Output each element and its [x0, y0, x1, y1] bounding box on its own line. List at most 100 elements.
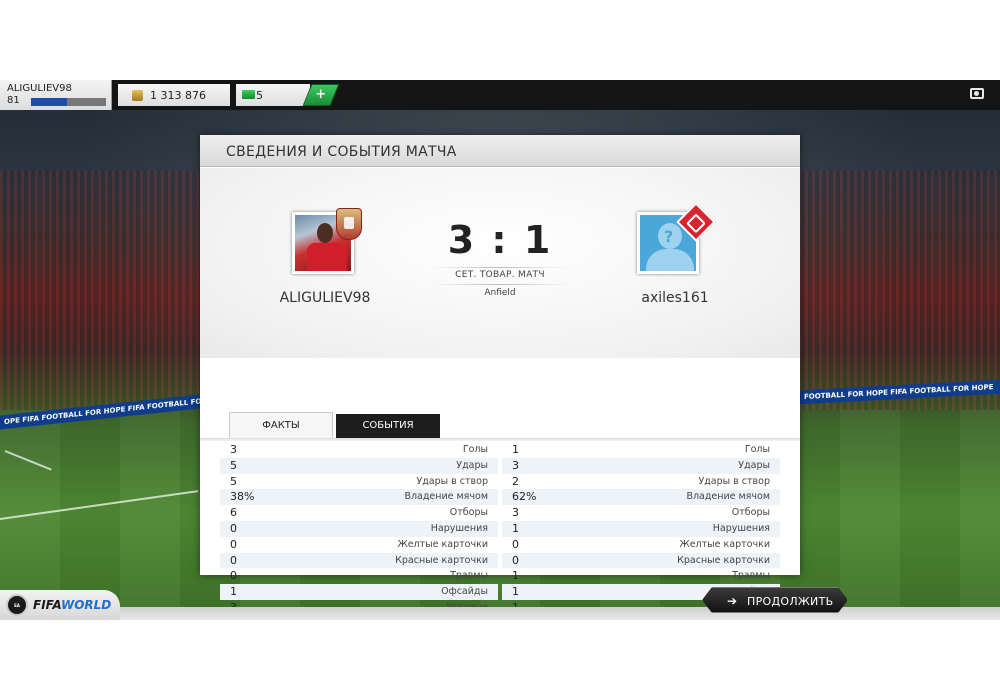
home-stat-value: 5	[230, 458, 237, 472]
away-stat-cell: 0 Красные карточки	[502, 552, 780, 569]
stat-label: Удары	[738, 459, 770, 471]
stat-label: Удары	[456, 459, 488, 471]
home-stat-value: 0	[230, 521, 237, 535]
home-photo-body	[307, 243, 347, 271]
divider	[430, 267, 570, 268]
away-stat-value: 2	[512, 474, 519, 488]
plus-icon: +	[315, 87, 327, 102]
arrow-right-icon: ➔	[727, 594, 738, 608]
home-stat-value: 5	[230, 474, 237, 488]
stat-label: Травмы	[732, 570, 770, 582]
tab-events[interactable]: СОБЫТИЯ	[336, 414, 440, 438]
home-stat-cell: 38% Владение мячом	[220, 489, 498, 506]
stat-label: Нарушения	[430, 522, 488, 534]
stat-row: 3 Голы 1 Голы	[220, 442, 780, 458]
player-info[interactable]: ALIGULIEV98 81	[0, 80, 112, 110]
stat-label: Нарушения	[712, 522, 770, 534]
home-stat-value: 0	[230, 569, 237, 583]
stat-row: 5 Удары в створ 2 Удары в створ	[220, 474, 780, 490]
stat-label: Отборы	[731, 507, 770, 519]
away-stat-value: 3	[512, 458, 519, 472]
home-photo-head	[317, 223, 333, 243]
top-bar: ALIGULIEV98 81 1 313 876 5 +	[0, 80, 1000, 110]
coin-icon	[132, 90, 143, 101]
home-stat-value: 6	[230, 506, 237, 520]
home-stat-value: 1	[230, 585, 237, 599]
away-stat-value: 1	[512, 569, 519, 583]
points-value: 5	[256, 89, 263, 102]
bottom-strip	[0, 607, 1000, 620]
stat-row: 38% Владение мячом 62% Владение мячом	[220, 489, 780, 506]
home-stat-value: 3	[230, 443, 237, 456]
home-stat-value: 38%	[230, 490, 255, 504]
match-type: СЕТ. ТОВАР. МАТЧ	[455, 270, 545, 280]
tab-facts[interactable]: ФАКТЫ	[229, 412, 333, 438]
stat-row: 0 Нарушения 1 Нарушения	[220, 520, 780, 537]
home-stat-cell: 6 Отборы	[220, 505, 498, 521]
stat-label: Удары в створ	[698, 475, 770, 487]
points-display[interactable]: 5	[236, 84, 310, 106]
stat-label: Удары в створ	[416, 475, 488, 487]
stat-label: Отборы	[449, 507, 488, 519]
home-player-name: ALIGULIEV98	[279, 290, 371, 306]
continue-button[interactable]: ➔ ПРОДОЛЖИТЬ	[702, 587, 848, 613]
away-stat-value: 0	[512, 537, 519, 551]
divider	[430, 284, 570, 285]
stat-label: Владение мячом	[404, 491, 488, 503]
stat-label: Желтые карточки	[679, 538, 770, 550]
match-venue: Anfield	[484, 288, 516, 298]
points-icon	[242, 90, 255, 99]
ea-sports-logo: EA SPORTS	[6, 594, 28, 616]
stat-label: Голы	[744, 444, 770, 455]
xp-progress-bar	[31, 98, 106, 106]
logo-fifa: FIFA	[33, 598, 61, 612]
away-stat-cell: 3 Отборы	[502, 505, 780, 521]
panel-title: СВЕДЕНИЯ И СОБЫТИЯ МАТЧА	[226, 144, 457, 160]
match-score: 3 : 1	[447, 218, 553, 262]
logo-world: WORLD	[60, 598, 112, 612]
home-stat-cell: 0 Травмы	[220, 568, 498, 584]
game-screen: OPE FIFA FOOTBALL FOR HOPE FIFA FOOTBALL…	[0, 80, 1000, 620]
player-name: ALIGULIEV98	[7, 83, 72, 94]
stat-row: 5 Удары 3 Удары	[220, 457, 780, 474]
away-stat-cell: 2 Удары в створ	[502, 474, 780, 490]
stat-row: 0 Красные карточки 0 Красные карточки	[220, 552, 780, 569]
stat-label: Красные карточки	[677, 554, 770, 566]
ea-label: EA SPORTS	[14, 603, 20, 608]
stat-row: 6 Отборы 3 Отборы	[220, 505, 780, 521]
home-stat-cell: 3 Голы	[220, 442, 498, 458]
panel-header: СВЕДЕНИЯ И СОБЫТИЯ МАТЧА	[200, 135, 800, 167]
coins-display[interactable]: 1 313 876	[118, 84, 230, 106]
away-stat-cell: 1 Голы	[502, 442, 780, 458]
xp-progress-fill	[31, 98, 67, 106]
avatar-body	[646, 249, 694, 271]
camera-icon[interactable]	[970, 88, 984, 99]
match-summary: ALIGULIEV98 3 : 1 СЕТ. ТОВАР. МАТЧ Anfie…	[200, 168, 800, 358]
logo-text: FIFAWORLD	[33, 598, 111, 612]
fifa-world-logo: EA SPORTS FIFAWORLD	[0, 590, 120, 620]
coins-value: 1 313 876	[150, 89, 206, 102]
home-stat-cell: 0 Нарушения	[220, 520, 498, 537]
stat-label: Желтые карточки	[397, 538, 488, 550]
home-stat-value: 0	[230, 553, 237, 567]
stat-label: Офсайды	[441, 586, 488, 598]
stat-label: Травмы	[450, 570, 488, 582]
home-stat-cell: 5 Удары	[220, 457, 498, 474]
away-stat-cell: 3 Удары	[502, 457, 780, 474]
away-stat-value: 1	[512, 585, 519, 599]
stat-label: Голы	[462, 444, 488, 455]
continue-label: ПРОДОЛЖИТЬ	[747, 595, 834, 608]
home-stat-value: 0	[230, 537, 237, 551]
away-stat-value: 1	[512, 521, 519, 535]
home-stat-cell: 0 Желтые карточки	[220, 537, 498, 553]
away-stat-value: 0	[512, 553, 519, 567]
stat-row: 0 Желтые карточки 0 Желтые карточки	[220, 537, 780, 553]
stat-label: Владение мячом	[686, 491, 770, 503]
stat-row: 0 Травмы 1 Травмы	[220, 568, 780, 584]
home-stat-cell: 5 Удары в створ	[220, 474, 498, 490]
stat-label: Красные карточки	[395, 554, 488, 566]
away-stat-cell: 62% Владение мячом	[502, 489, 780, 506]
away-stat-cell: 1 Травмы	[502, 568, 780, 584]
home-stat-cell: 0 Красные карточки	[220, 552, 498, 569]
unknown-avatar-icon: ?	[664, 227, 674, 246]
